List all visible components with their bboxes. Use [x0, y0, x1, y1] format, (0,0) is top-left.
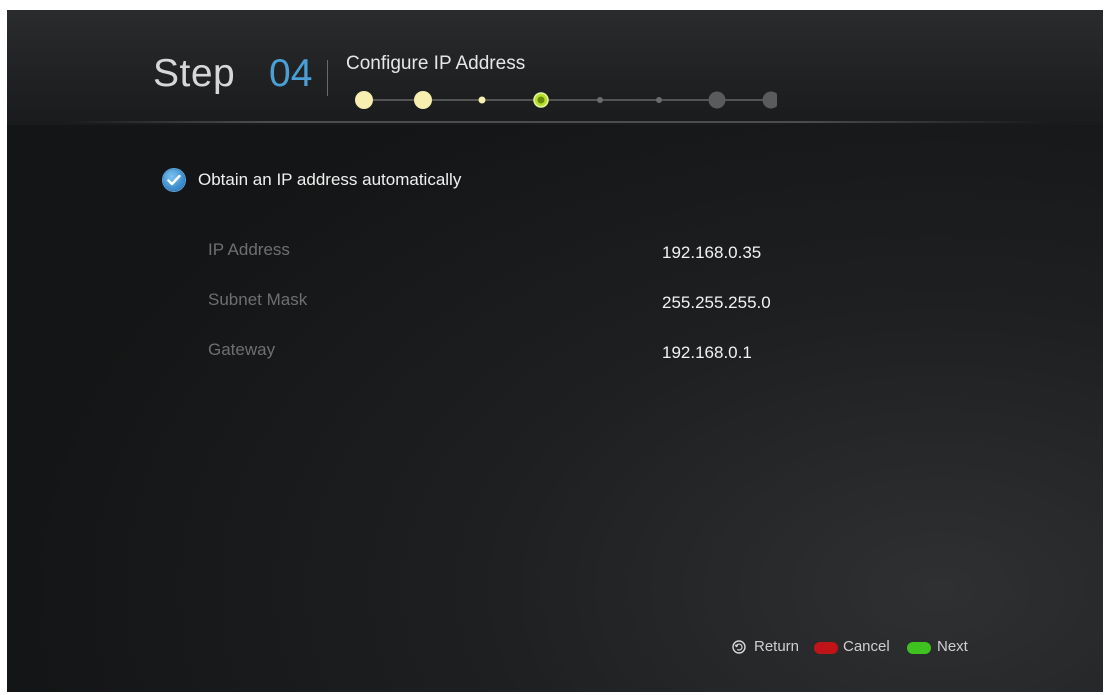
- gateway-value: 192.168.0.1: [662, 343, 752, 362]
- step-number: 04: [269, 52, 313, 95]
- header-divider: [67, 121, 1047, 123]
- progress-step-5: [597, 97, 603, 103]
- checkmark-icon: [167, 174, 181, 186]
- ip-address-label: IP Address: [208, 240, 290, 259]
- return-button-label[interactable]: Return: [754, 638, 799, 660]
- progress-step-8: [762, 91, 777, 109]
- red-key-icon[interactable]: [814, 642, 838, 654]
- next-button-label[interactable]: Next: [937, 638, 968, 660]
- subnet-mask-value: 255.255.255.0: [662, 293, 771, 312]
- cancel-button-label[interactable]: Cancel: [843, 638, 890, 660]
- subnet-mask-label: Subnet Mask: [208, 290, 308, 309]
- auto-ip-label[interactable]: Obtain an IP address automatically: [198, 170, 461, 190]
- progress-step-6: [656, 97, 662, 103]
- setup-wizard-screen: Step 04 Configure IP Address Obtain an I…: [7, 10, 1103, 692]
- step-label: Step: [153, 52, 236, 95]
- progress-step-1: [355, 91, 373, 109]
- progress-step-7: [708, 91, 726, 109]
- gateway-label: Gateway: [208, 340, 276, 359]
- step-title: Configure IP Address: [346, 53, 526, 74]
- ip-address-value: 192.168.0.35: [662, 243, 762, 262]
- progress-step-4-core: [537, 96, 545, 104]
- step-progress-indicator: [355, 91, 777, 109]
- auto-ip-checkbox[interactable]: [163, 169, 185, 191]
- step-divider: [327, 60, 328, 96]
- progress-step-2: [414, 91, 432, 109]
- progress-step-3: [478, 96, 486, 104]
- green-key-icon[interactable]: [907, 642, 931, 654]
- return-icon[interactable]: [732, 640, 746, 654]
